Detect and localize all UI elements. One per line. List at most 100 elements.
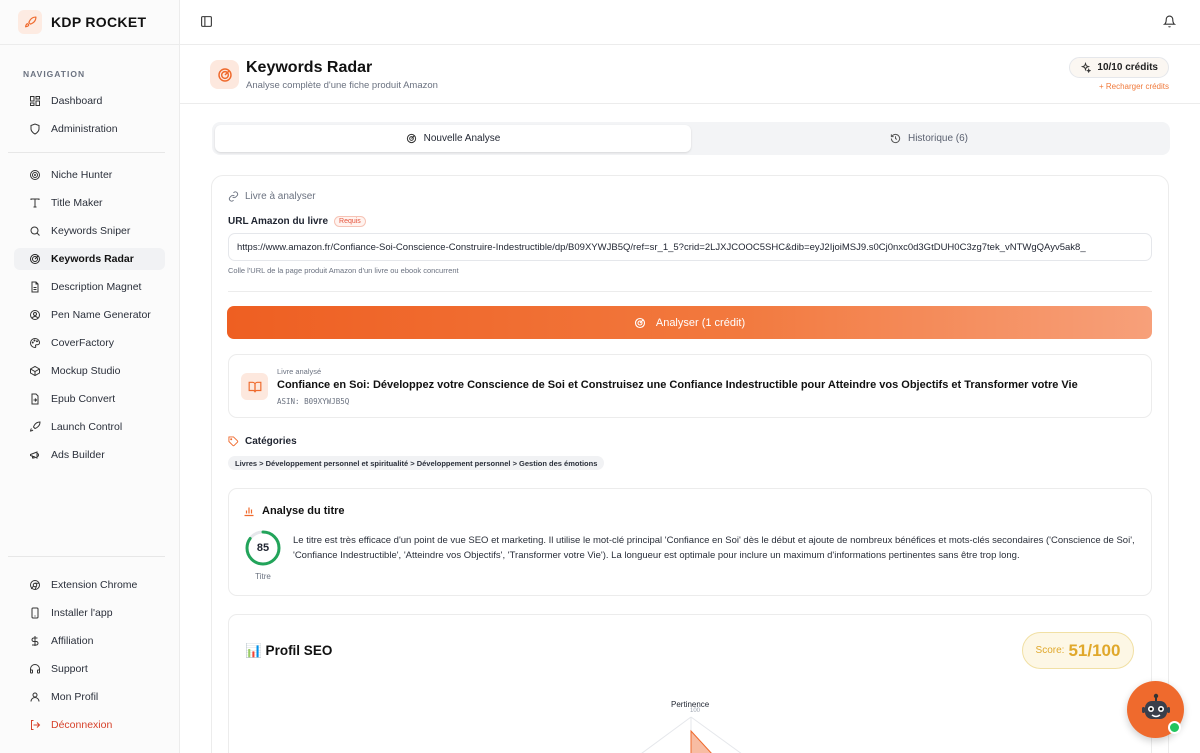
title-score-label: Titre xyxy=(255,572,271,581)
analysis-tabs: Nouvelle Analyse Historique (6) xyxy=(212,122,1170,155)
target-icon xyxy=(30,170,40,180)
sidebar-item-mockup-studio[interactable]: Mockup Studio xyxy=(14,360,165,382)
tab-historique[interactable]: Historique (6) xyxy=(691,125,1167,152)
sidebar-item-label: Support xyxy=(51,663,88,675)
user-circle-icon xyxy=(30,310,40,320)
sidebar-item-label: CoverFactory xyxy=(51,337,115,349)
nav-divider xyxy=(8,556,165,557)
sidebar-item-label: Pen Name Generator xyxy=(51,309,151,321)
analyze-button-label: Analyser (1 crédit) xyxy=(655,316,746,329)
sidebar-item-label: Affiliation xyxy=(51,635,94,647)
history-icon xyxy=(890,133,901,144)
book-title: Confiance en Soi: Développez votre Consc… xyxy=(277,379,1078,391)
topbar xyxy=(180,0,1200,45)
categories-heading: Catégories xyxy=(228,436,297,447)
sidebar-item-extension-chrome[interactable]: Extension Chrome xyxy=(14,574,165,596)
sidebar-item-title-maker[interactable]: Title Maker xyxy=(14,192,165,214)
sparkles-icon xyxy=(1081,62,1092,73)
radar-tick-label: 100 xyxy=(690,708,701,714)
rocket-icon xyxy=(29,421,41,432)
nav-divider xyxy=(8,152,165,153)
seo-radar-chart xyxy=(641,716,742,753)
radar-icon xyxy=(210,60,239,89)
analyzed-book: Livre analysé Confiance en Soi: Développ… xyxy=(228,354,1152,418)
page-header: Keywords Radar Analyse complète d'une fi… xyxy=(180,45,1200,104)
link-icon xyxy=(228,191,239,202)
book-label: Livre analysé xyxy=(277,367,322,376)
tab-label: Nouvelle Analyse xyxy=(423,133,501,144)
sidebar-item-installer-app[interactable]: Installer l'app xyxy=(14,602,165,624)
type-icon xyxy=(30,198,40,208)
sidebar-item-epub-convert[interactable]: Epub Convert xyxy=(14,388,165,410)
sidebar-item-coverfactory[interactable]: CoverFactory xyxy=(14,332,165,354)
title-analysis-card: Analyse du titre 85 Titre Le titre est t… xyxy=(228,488,1152,596)
sidebar-item-label: Niche Hunter xyxy=(51,169,113,181)
box-icon xyxy=(30,365,40,377)
seo-score-badge: Score: 51/100 xyxy=(1022,632,1134,669)
chrome-icon xyxy=(30,580,40,590)
analyze-button[interactable]: Analyser (1 crédit) xyxy=(227,306,1152,339)
sidebar-item-label: Déconnexion xyxy=(51,719,113,731)
sidebar-item-affiliation[interactable]: Affiliation xyxy=(14,630,165,652)
sidebar-toggle-icon[interactable] xyxy=(200,15,213,28)
seo-score-value: 51/100 xyxy=(1068,640,1121,660)
sidebar-item-label: Mockup Studio xyxy=(51,365,121,377)
sidebar-item-label: Keywords Sniper xyxy=(51,225,131,237)
radar-icon xyxy=(406,133,416,144)
sidebar-item-keywords-sniper[interactable]: Keywords Sniper xyxy=(14,220,165,242)
rocket-logo-icon xyxy=(18,10,42,34)
categories-heading-text: Catégories xyxy=(245,436,297,447)
sidebar-item-label: Ads Builder xyxy=(51,449,105,461)
sidebar-item-pen-name-generator[interactable]: Pen Name Generator xyxy=(14,304,165,326)
headset-icon xyxy=(30,664,40,674)
sidebar-item-administration[interactable]: Administration xyxy=(14,118,165,140)
dollar-icon xyxy=(31,636,39,646)
category-path-chip: Livres > Développement personnel et spir… xyxy=(228,456,605,470)
credits-text: 10/10 crédits xyxy=(1097,62,1158,73)
sidebar-item-label: Launch Control xyxy=(51,421,123,433)
url-label-text: URL Amazon du livre xyxy=(228,216,329,227)
sidebar-item-ads-builder[interactable]: Ads Builder xyxy=(14,444,165,466)
sidebar-item-description-magnet[interactable]: Description Magnet xyxy=(14,276,165,298)
brand-name: KDP ROCKET xyxy=(51,14,147,30)
file-text-icon xyxy=(31,281,39,293)
bar-chart-icon xyxy=(244,507,254,517)
tab-label: Historique (6) xyxy=(907,133,969,144)
credits-badge[interactable]: 10/10 crédits xyxy=(1069,57,1169,78)
tab-nouvelle-analyse[interactable]: Nouvelle Analyse xyxy=(215,125,691,152)
sidebar-item-support[interactable]: Support xyxy=(14,658,165,680)
sidebar-item-mon-profil[interactable]: Mon Profil xyxy=(14,686,165,708)
sidebar-item-label: Dashboard xyxy=(51,95,103,107)
nav-top-group: Dashboard Administration xyxy=(14,90,165,146)
sidebar-item-label: Mon Profil xyxy=(51,691,99,703)
nav-bottom-group: Extension Chrome Installer l'app Affilia… xyxy=(14,574,165,742)
search-icon xyxy=(30,226,40,236)
sidebar-item-label: Title Maker xyxy=(51,197,103,209)
nav-heading: NAVIGATION xyxy=(23,69,86,79)
sidebar-item-dashboard[interactable]: Dashboard xyxy=(14,90,165,112)
url-hint: Colle l'URL de la page produit Amazon d'… xyxy=(228,266,459,275)
sidebar-item-label: Keywords Radar xyxy=(51,253,134,265)
bell-icon[interactable] xyxy=(1163,15,1176,28)
sidebar-item-keywords-radar[interactable]: Keywords Radar xyxy=(14,248,165,270)
recharge-credits-link[interactable]: + Recharger crédits xyxy=(1099,82,1169,91)
radar-icon xyxy=(30,254,40,264)
sidebar-item-deconnexion[interactable]: Déconnexion xyxy=(14,714,165,736)
title-score-value: 85 xyxy=(256,542,270,554)
sidebar-item-label: Description Magnet xyxy=(51,281,142,293)
book-open-icon xyxy=(241,373,268,400)
section-label: Livre à analyser xyxy=(228,191,316,202)
amazon-url-input[interactable] xyxy=(228,233,1152,261)
brand[interactable]: KDP ROCKET xyxy=(0,0,179,45)
shield-icon xyxy=(30,123,40,135)
sidebar-item-label: Epub Convert xyxy=(51,393,116,405)
user-icon xyxy=(30,692,40,702)
sidebar-item-label: Administration xyxy=(51,123,118,135)
robot-icon xyxy=(1141,693,1170,719)
sidebar-item-launch-control[interactable]: Launch Control xyxy=(14,416,165,438)
page-title: Keywords Radar xyxy=(246,59,373,76)
sidebar-item-label: Installer l'app xyxy=(51,607,113,619)
logout-icon xyxy=(31,720,41,730)
seo-score-label: Score: xyxy=(1035,645,1065,656)
sidebar-item-niche-hunter[interactable]: Niche Hunter xyxy=(14,164,165,186)
